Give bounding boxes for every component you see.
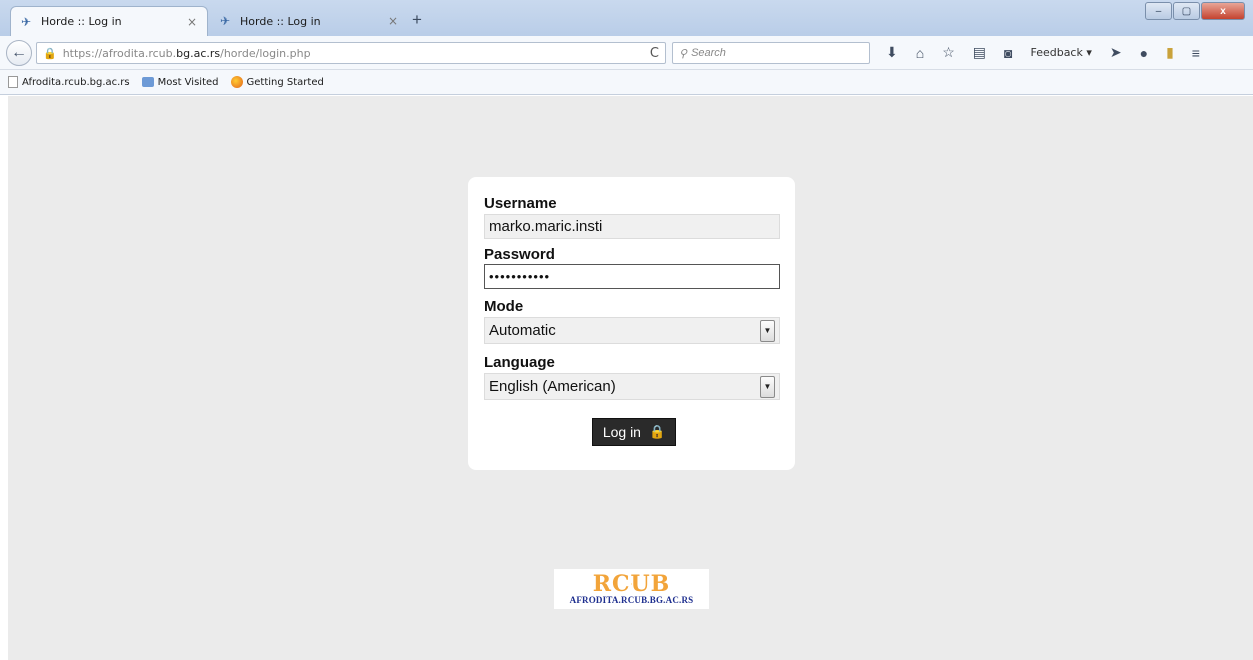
url-prefix: https://afrodita.rcub. bbox=[62, 46, 177, 60]
bookmark-label: Getting Started bbox=[246, 76, 324, 88]
new-tab-button[interactable]: + bbox=[412, 10, 422, 30]
password-input[interactable]: ••••••••••• bbox=[484, 264, 780, 289]
maximize-button[interactable]: ▢ bbox=[1173, 2, 1200, 20]
mode-select[interactable]: Automatic ▼ bbox=[484, 317, 780, 344]
page-icon bbox=[8, 76, 18, 88]
bookmark-most-visited[interactable]: Most Visited bbox=[141, 76, 219, 88]
back-arrow-icon: ← bbox=[11, 44, 27, 61]
search-bar[interactable]: ⚲ Search bbox=[672, 42, 870, 64]
minimize-button[interactable]: – bbox=[1145, 2, 1172, 20]
bookmark-getting-started[interactable]: Getting Started bbox=[230, 76, 324, 88]
secure-lock-icon: 🔒 bbox=[43, 46, 57, 60]
bookmark-label: Most Visited bbox=[157, 76, 219, 88]
tab-title: Horde :: Log in bbox=[41, 15, 122, 28]
bookmark-label: Afrodita.rcub.bg.ac.rs bbox=[22, 76, 130, 88]
toolbar-icons: ⬇ ⌂ ☆ ▤ ◙ Feedback ▾ ➤ ● ▮ ≡ bbox=[886, 44, 1200, 61]
home-icon[interactable]: ⌂ bbox=[916, 45, 924, 61]
language-select[interactable]: English (American) ▼ bbox=[484, 373, 780, 400]
logo-wordmark: RCUB bbox=[592, 571, 671, 597]
tab-inactive[interactable]: ✈ Horde :: Log in × bbox=[210, 6, 408, 36]
feedback-button[interactable]: Feedback ▾ bbox=[1030, 46, 1091, 59]
login-form: Username marko.maric.insti Password ••••… bbox=[468, 177, 795, 470]
username-label: Username bbox=[484, 195, 557, 212]
search-placeholder: Search bbox=[691, 47, 726, 59]
language-label: Language bbox=[484, 354, 555, 371]
reload-icon[interactable]: C bbox=[650, 46, 659, 61]
pocket-icon[interactable]: ◙ bbox=[1004, 45, 1012, 61]
title-bar: ✈ Horde :: Log in × ✈ Horde :: Log in × … bbox=[0, 0, 1253, 36]
tab-close-icon[interactable]: × bbox=[187, 15, 197, 29]
rcub-logo: RCUB AFRODITA.RCUB.BG.AC.RS bbox=[554, 569, 709, 609]
bookmarks-menu-icon[interactable]: ▤ bbox=[973, 44, 986, 61]
extension-icon[interactable]: ▮ bbox=[1166, 44, 1174, 61]
horde-favicon-icon: ✈ bbox=[220, 14, 231, 28]
bookmarks-toolbar: Afrodita.rcub.bg.ac.rs Most Visited Gett… bbox=[0, 70, 1253, 95]
send-icon[interactable]: ➤ bbox=[1110, 44, 1122, 61]
mode-label: Mode bbox=[484, 298, 524, 315]
navigation-bar: ← 🔒 https://afrodita.rcub.bg.ac.rs/horde… bbox=[0, 36, 1253, 70]
folder-icon bbox=[141, 77, 154, 87]
url-path: /horde/login.php bbox=[220, 46, 311, 60]
language-selected-value: English (American) bbox=[489, 378, 616, 395]
tab-title: Horde :: Log in bbox=[240, 14, 321, 28]
dropdown-arrow-icon[interactable]: ▼ bbox=[760, 375, 775, 398]
login-button[interactable]: Log in 🔒 bbox=[592, 418, 676, 446]
firefox-icon bbox=[230, 76, 243, 88]
username-input[interactable]: marko.maric.insti bbox=[484, 214, 780, 239]
download-icon[interactable]: ⬇ bbox=[886, 44, 898, 61]
horde-favicon-icon: ✈ bbox=[21, 14, 32, 29]
tab-active[interactable]: ✈ Horde :: Log in × bbox=[10, 6, 208, 36]
window-controls: – ▢ x bbox=[1145, 2, 1245, 20]
bookmark-star-icon[interactable]: ☆ bbox=[942, 44, 955, 61]
close-window-button[interactable]: x bbox=[1201, 2, 1245, 20]
back-button[interactable]: ← bbox=[6, 40, 32, 66]
password-label: Password bbox=[484, 246, 555, 263]
lock-icon: 🔒 bbox=[648, 424, 666, 439]
chat-icon[interactable]: ● bbox=[1140, 45, 1148, 61]
hamburger-menu-icon[interactable]: ≡ bbox=[1192, 45, 1200, 61]
mode-selected-value: Automatic bbox=[489, 322, 556, 339]
url-bar[interactable]: 🔒 https://afrodita.rcub.bg.ac.rs/horde/l… bbox=[36, 42, 666, 64]
tab-close-icon[interactable]: × bbox=[388, 14, 398, 28]
logo-domain-text: AFRODITA.RCUB.BG.AC.RS bbox=[569, 595, 694, 605]
url-text: https://afrodita.rcub.bg.ac.rs/horde/log… bbox=[63, 47, 644, 60]
search-icon: ⚲ bbox=[679, 47, 688, 60]
page-viewport: Username marko.maric.insti Password ••••… bbox=[8, 96, 1253, 660]
dropdown-arrow-icon[interactable]: ▼ bbox=[760, 319, 775, 342]
login-button-label: Log in bbox=[602, 424, 641, 440]
bookmark-afrodita[interactable]: Afrodita.rcub.bg.ac.rs bbox=[8, 76, 130, 88]
url-domain: bg.ac.rs bbox=[176, 46, 221, 60]
